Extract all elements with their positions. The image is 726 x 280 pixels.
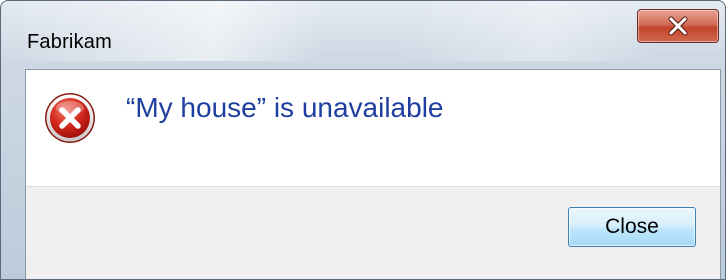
- window-title: Fabrikam: [27, 31, 112, 53]
- dialog-content: “My house” is unavailable Close: [25, 69, 721, 279]
- error-dialog-window: Fabrikam “My house” is unavailable Close: [0, 0, 726, 280]
- error-message: “My house” is unavailable: [126, 92, 444, 123]
- close-x-icon: [668, 16, 688, 36]
- close-button[interactable]: Close: [568, 207, 696, 247]
- error-icon: [45, 93, 95, 143]
- title-bar[interactable]: Fabrikam: [1, 1, 725, 65]
- message-area: “My house” is unavailable: [26, 70, 720, 186]
- window-close-button[interactable]: [637, 9, 719, 43]
- button-bar: Close: [26, 186, 720, 279]
